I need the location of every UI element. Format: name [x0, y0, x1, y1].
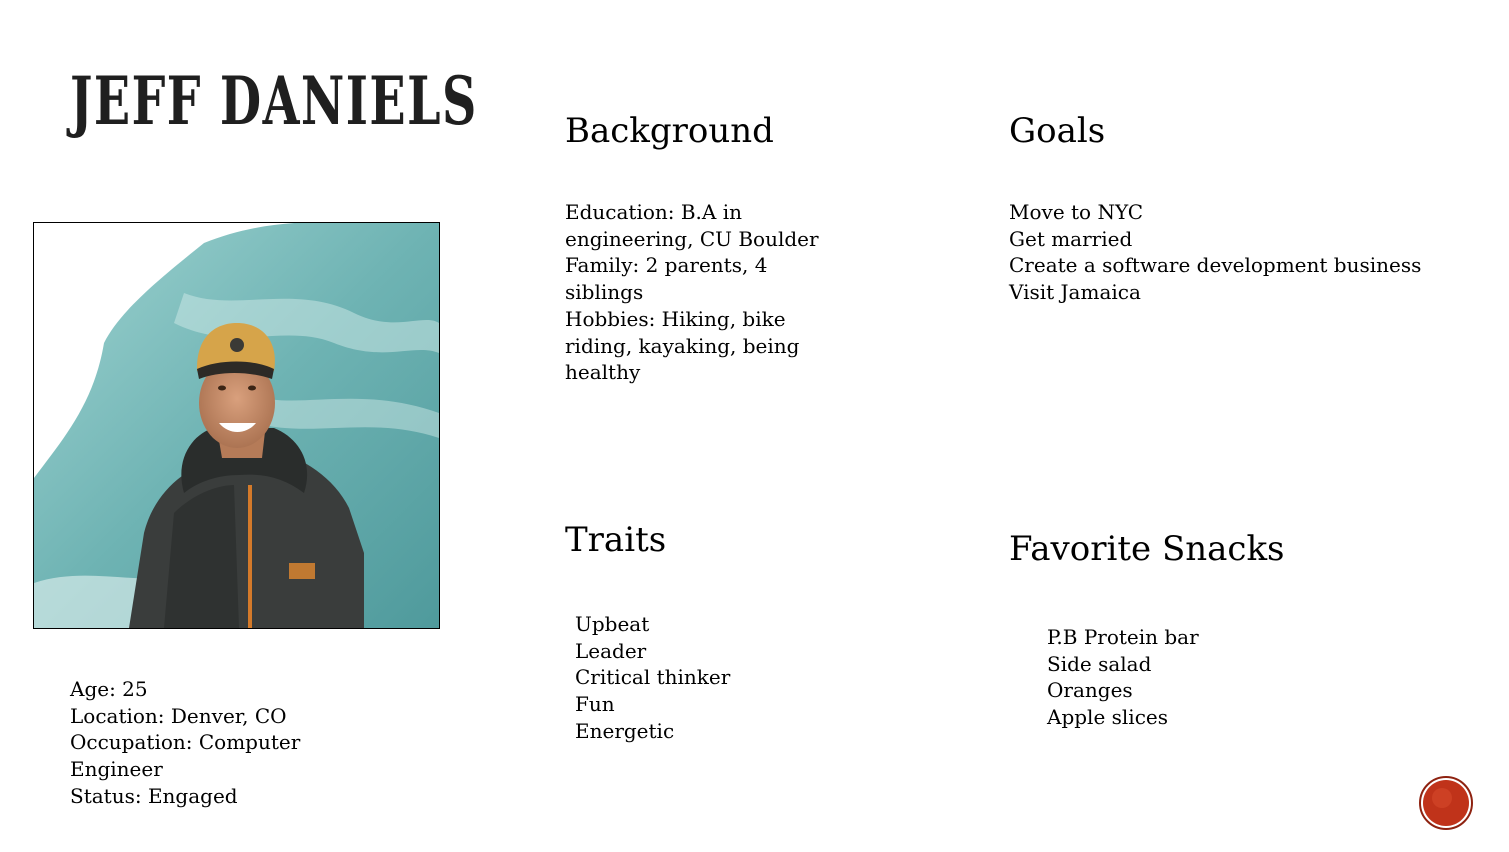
background-details: Education: B.A in engineering, CU Boulde…	[565, 199, 819, 386]
profile-status: Status: Engaged	[70, 783, 238, 808]
traits-list: Upbeat Leader Critical thinker Fun Energ…	[575, 611, 730, 745]
profile-photo	[33, 222, 440, 629]
slide-badge-circle	[1419, 776, 1473, 830]
background-line: Education: B.A in	[565, 200, 742, 224]
snacks-list: P.B Protein bar Side salad Oranges Apple…	[1047, 624, 1199, 731]
goal-item: Get married	[1009, 226, 1133, 251]
profile-location: Location: Denver, CO	[70, 703, 287, 728]
goal-item: Visit Jamaica	[1009, 280, 1141, 305]
snack-item: Oranges	[1047, 678, 1133, 703]
snack-item: Side salad	[1047, 651, 1152, 676]
background-line: Hobbies: Hiking, bike	[565, 306, 786, 331]
trait-item: Energetic	[575, 718, 675, 743]
goals-list: Move to NYC Get married Create a softwar…	[1009, 199, 1421, 306]
trait-item: Critical thinker	[575, 665, 731, 690]
goal-item: Create a software development business	[1009, 253, 1422, 278]
profile-occupation: Occupation: Computer	[70, 730, 301, 755]
profile-occupation-cont: Engineer	[70, 757, 163, 782]
background-line: engineering, CU Boulder	[565, 226, 819, 251]
background-line: siblings	[565, 280, 644, 305]
background-line: healthy	[565, 360, 641, 385]
background-line: riding, kayaking, being	[565, 333, 800, 358]
background-line: Family: 2 parents, 4	[565, 253, 768, 278]
trait-item: Upbeat	[575, 612, 650, 636]
trait-item: Leader	[575, 638, 647, 663]
snacks-heading: Favorite Snacks	[1009, 529, 1285, 569]
background-heading: Background	[565, 111, 774, 151]
snack-item: Apple slices	[1047, 705, 1168, 730]
traits-heading: Traits	[565, 520, 667, 560]
goal-item: Move to NYC	[1009, 200, 1144, 224]
page-title: JEFF DANIELS	[70, 62, 478, 140]
person-photo-illustration	[34, 223, 439, 628]
goals-heading: Goals	[1009, 111, 1106, 151]
profile-age: Age: 25	[70, 677, 148, 701]
trait-item: Fun	[575, 692, 615, 717]
snack-item: P.B Protein bar	[1047, 625, 1199, 649]
profile-details: Age: 25 Location: Denver, CO Occupation:…	[70, 676, 300, 810]
